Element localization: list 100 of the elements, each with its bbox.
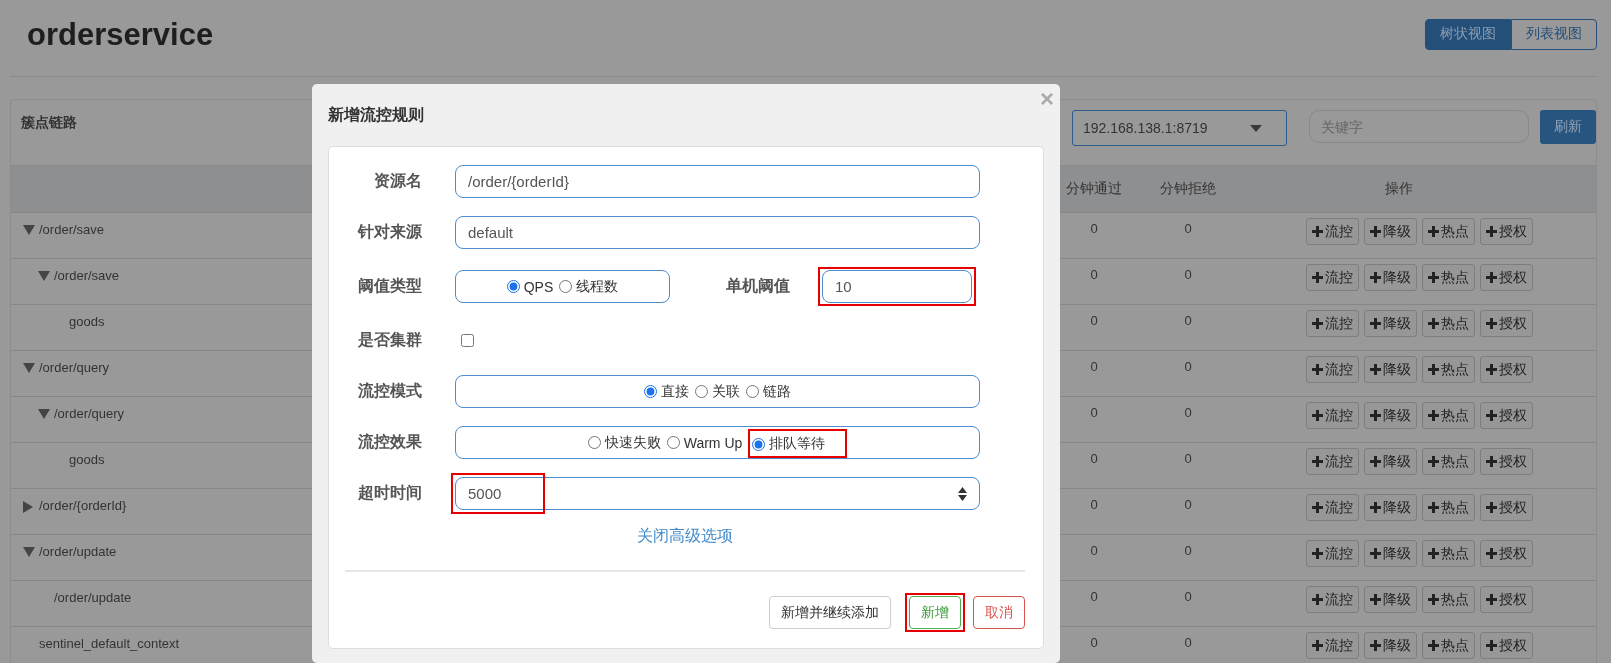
table-cell: 0	[1184, 267, 1192, 282]
add-rule-button[interactable]: 降级	[1364, 218, 1417, 245]
dialog-title: 新增流控规则	[328, 105, 424, 125]
add-rule-button[interactable]: 热点	[1422, 402, 1475, 429]
dialog-button[interactable]: 取消	[973, 596, 1025, 629]
add-rule-button[interactable]: 流控	[1306, 402, 1359, 429]
refresh-button[interactable]: 刷新	[1540, 110, 1596, 144]
radio-label: 线程数	[576, 277, 619, 296]
field-label: 单机阈值	[726, 276, 790, 296]
table-cell: 0	[1090, 451, 1098, 466]
add-rule-button[interactable]: 授权	[1480, 494, 1533, 521]
add-rule-button[interactable]: 热点	[1422, 264, 1475, 291]
table-cell: 0	[1090, 267, 1098, 282]
radio-button[interactable]	[506, 280, 520, 293]
input-field[interactable]: 5000	[455, 477, 980, 510]
add-rule-button[interactable]: 降级	[1364, 494, 1417, 521]
add-rule-button[interactable]: 降级	[1364, 310, 1417, 337]
add-rule-button[interactable]: 热点	[1422, 218, 1475, 245]
plus-icon	[1486, 318, 1497, 329]
table-cell: 0	[1090, 543, 1098, 558]
table-cell: 0	[1184, 635, 1192, 650]
plus-icon	[1486, 364, 1497, 375]
plus-icon	[1312, 272, 1323, 283]
resource-name[interactable]: goods	[69, 314, 105, 329]
add-rule-button[interactable]: 流控	[1306, 310, 1359, 337]
add-rule-button[interactable]: 降级	[1364, 586, 1417, 613]
add-rule-button[interactable]: 降级	[1364, 264, 1417, 291]
plus-icon	[1312, 456, 1323, 467]
input-field[interactable]: default	[455, 216, 980, 249]
dialog-button[interactable]: 新增并继续添加	[769, 596, 891, 629]
resource-name[interactable]: /order/save	[54, 268, 120, 283]
plus-icon	[1486, 410, 1497, 421]
add-rule-button[interactable]: 流控	[1306, 356, 1359, 383]
add-rule-button[interactable]: 热点	[1422, 586, 1475, 613]
input-field[interactable]: 10	[822, 270, 972, 303]
add-rule-button[interactable]: 授权	[1480, 540, 1533, 567]
add-rule-button[interactable]: 授权	[1480, 264, 1533, 291]
add-rule-button[interactable]: 授权	[1480, 218, 1533, 245]
radio-button[interactable]	[587, 436, 601, 449]
checkbox[interactable]	[461, 334, 474, 347]
plus-icon	[1428, 272, 1439, 283]
add-rule-button[interactable]: 降级	[1364, 632, 1417, 659]
add-rule-button[interactable]: 热点	[1422, 632, 1475, 659]
add-rule-button[interactable]: 流控	[1306, 218, 1359, 245]
radio-label: QPS	[523, 278, 554, 295]
add-rule-button[interactable]: 授权	[1480, 402, 1533, 429]
field-label: 超时时间	[357, 483, 422, 503]
view-tab[interactable]: 树状视图	[1425, 18, 1511, 50]
add-rule-button[interactable]: 降级	[1364, 540, 1417, 567]
radio-button[interactable]	[752, 437, 766, 451]
resource-name[interactable]: /order/{orderId}	[39, 498, 127, 513]
add-rule-button[interactable]: 流控	[1306, 264, 1359, 291]
resource-name[interactable]: sentinel_default_context	[39, 636, 180, 651]
add-rule-button[interactable]: 流控	[1306, 540, 1359, 567]
input-field[interactable]: /order/{orderId}	[455, 165, 980, 198]
field-label: 是否集群	[357, 330, 422, 350]
plus-icon	[1370, 502, 1381, 513]
add-rule-button[interactable]: 降级	[1364, 356, 1417, 383]
add-rule-button[interactable]: 授权	[1480, 632, 1533, 659]
add-rule-button[interactable]: 流控	[1306, 494, 1359, 521]
column-header: 分钟拒绝	[1160, 180, 1216, 196]
add-rule-button[interactable]: 流控	[1306, 632, 1359, 659]
plus-icon	[1428, 318, 1439, 329]
advanced-options-link[interactable]: 关闭高级选项	[637, 527, 733, 544]
caret-icon	[1250, 124, 1262, 132]
resource-name[interactable]: /order/save	[39, 222, 105, 237]
add-rule-button[interactable]: 降级	[1364, 448, 1417, 475]
add-rule-button[interactable]: 热点	[1422, 356, 1475, 383]
radio-button[interactable]	[559, 280, 573, 293]
add-rule-button[interactable]: 热点	[1422, 494, 1475, 521]
table-cell: 0	[1184, 405, 1192, 420]
resource-name[interactable]: /order/query	[39, 360, 110, 375]
add-rule-button[interactable]: 热点	[1422, 310, 1475, 337]
resource-name[interactable]: /order/query	[54, 406, 125, 421]
add-rule-button[interactable]: 热点	[1422, 540, 1475, 567]
resource-name[interactable]: goods	[69, 452, 105, 467]
add-rule-button[interactable]: 流控	[1306, 448, 1359, 475]
view-tab[interactable]: 列表视图	[1511, 18, 1597, 50]
add-rule-button[interactable]: 授权	[1480, 310, 1533, 337]
add-rule-button[interactable]: 授权	[1480, 586, 1533, 613]
radio-button[interactable]	[695, 385, 708, 398]
plus-icon	[1370, 226, 1381, 237]
plus-icon	[1486, 548, 1497, 559]
resource-name[interactable]: /order/update	[54, 590, 132, 605]
plus-icon	[1370, 364, 1381, 375]
plus-icon	[1428, 548, 1439, 559]
radio-button[interactable]	[666, 436, 680, 449]
table-cell: 0	[1184, 497, 1192, 512]
add-rule-button[interactable]: 热点	[1422, 448, 1475, 475]
add-rule-button[interactable]: 授权	[1480, 356, 1533, 383]
radio-button[interactable]	[644, 385, 657, 398]
dialog-button[interactable]: 新增	[909, 596, 961, 629]
machine-select[interactable]: 192.168.138.1:8719	[1072, 110, 1287, 146]
radio-button[interactable]	[746, 385, 759, 398]
add-rule-button[interactable]: 授权	[1480, 448, 1533, 475]
resource-name[interactable]: /order/update	[39, 544, 117, 559]
table-cell: 0	[1090, 497, 1098, 512]
add-rule-button[interactable]: 降级	[1364, 402, 1417, 429]
column-header: 操作	[1385, 180, 1413, 196]
add-rule-button[interactable]: 流控	[1306, 586, 1359, 613]
